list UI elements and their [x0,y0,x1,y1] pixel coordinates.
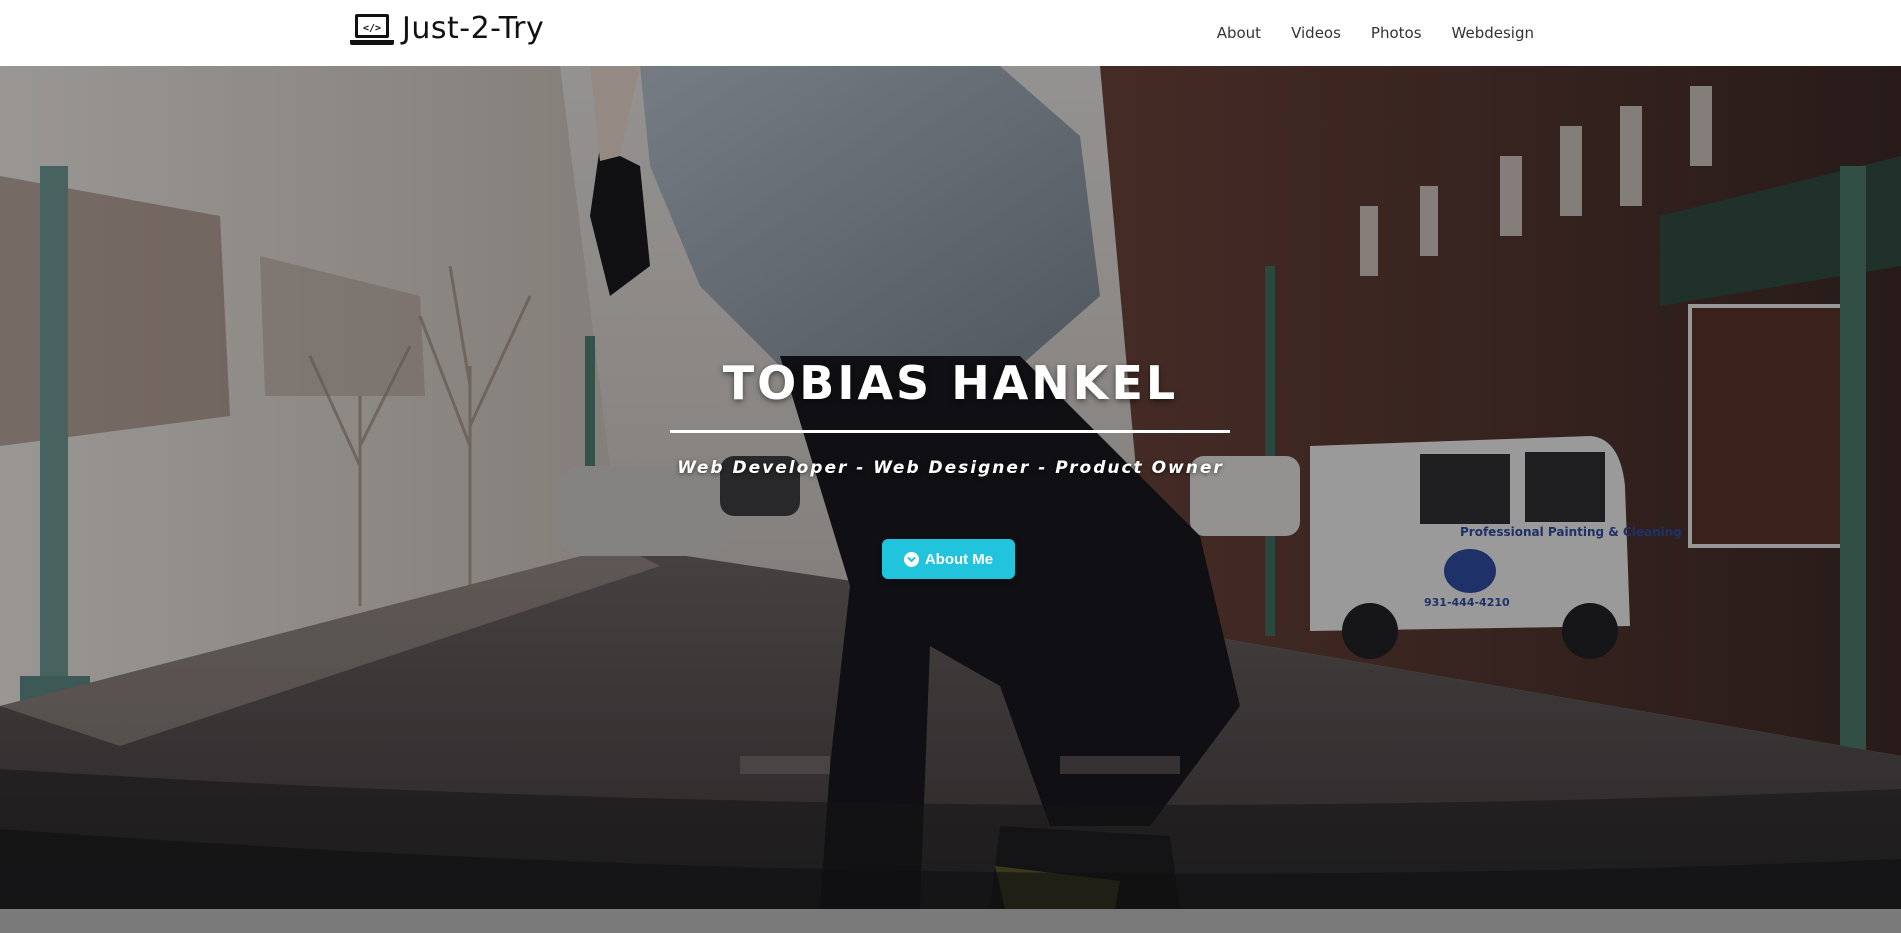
svg-text:</>: </> [363,23,381,34]
hero-title: TOBIAS HANKEL [722,356,1179,410]
chevron-circle-down-icon [903,551,919,567]
top-navbar: </> Just-2-Try About Videos Photos Webde… [0,0,1901,66]
hero-subtitle: Web Developer - Web Designer - Product O… [677,458,1224,478]
hero-section: Professional Painting & Cleaning 931-444… [0,66,1901,909]
laptop-code-icon: </> [350,14,394,45]
brand-logo-link[interactable]: </> Just-2-Try [350,12,544,46]
nav-link-photos[interactable]: Photos [1371,22,1422,44]
nav-link-about[interactable]: About [1217,22,1261,44]
about-me-button-label: About Me [924,550,994,568]
brand-name: Just-2-Try [402,11,545,46]
hero-divider [670,430,1230,433]
about-me-button[interactable]: About Me [882,539,1015,579]
nav-link-webdesign[interactable]: Webdesign [1452,22,1534,44]
hero-bottom-wave [0,769,1901,909]
main-nav: About Videos Photos Webdesign [1217,22,1534,44]
next-section-edge [0,909,1901,933]
nav-link-videos[interactable]: Videos [1291,22,1341,44]
